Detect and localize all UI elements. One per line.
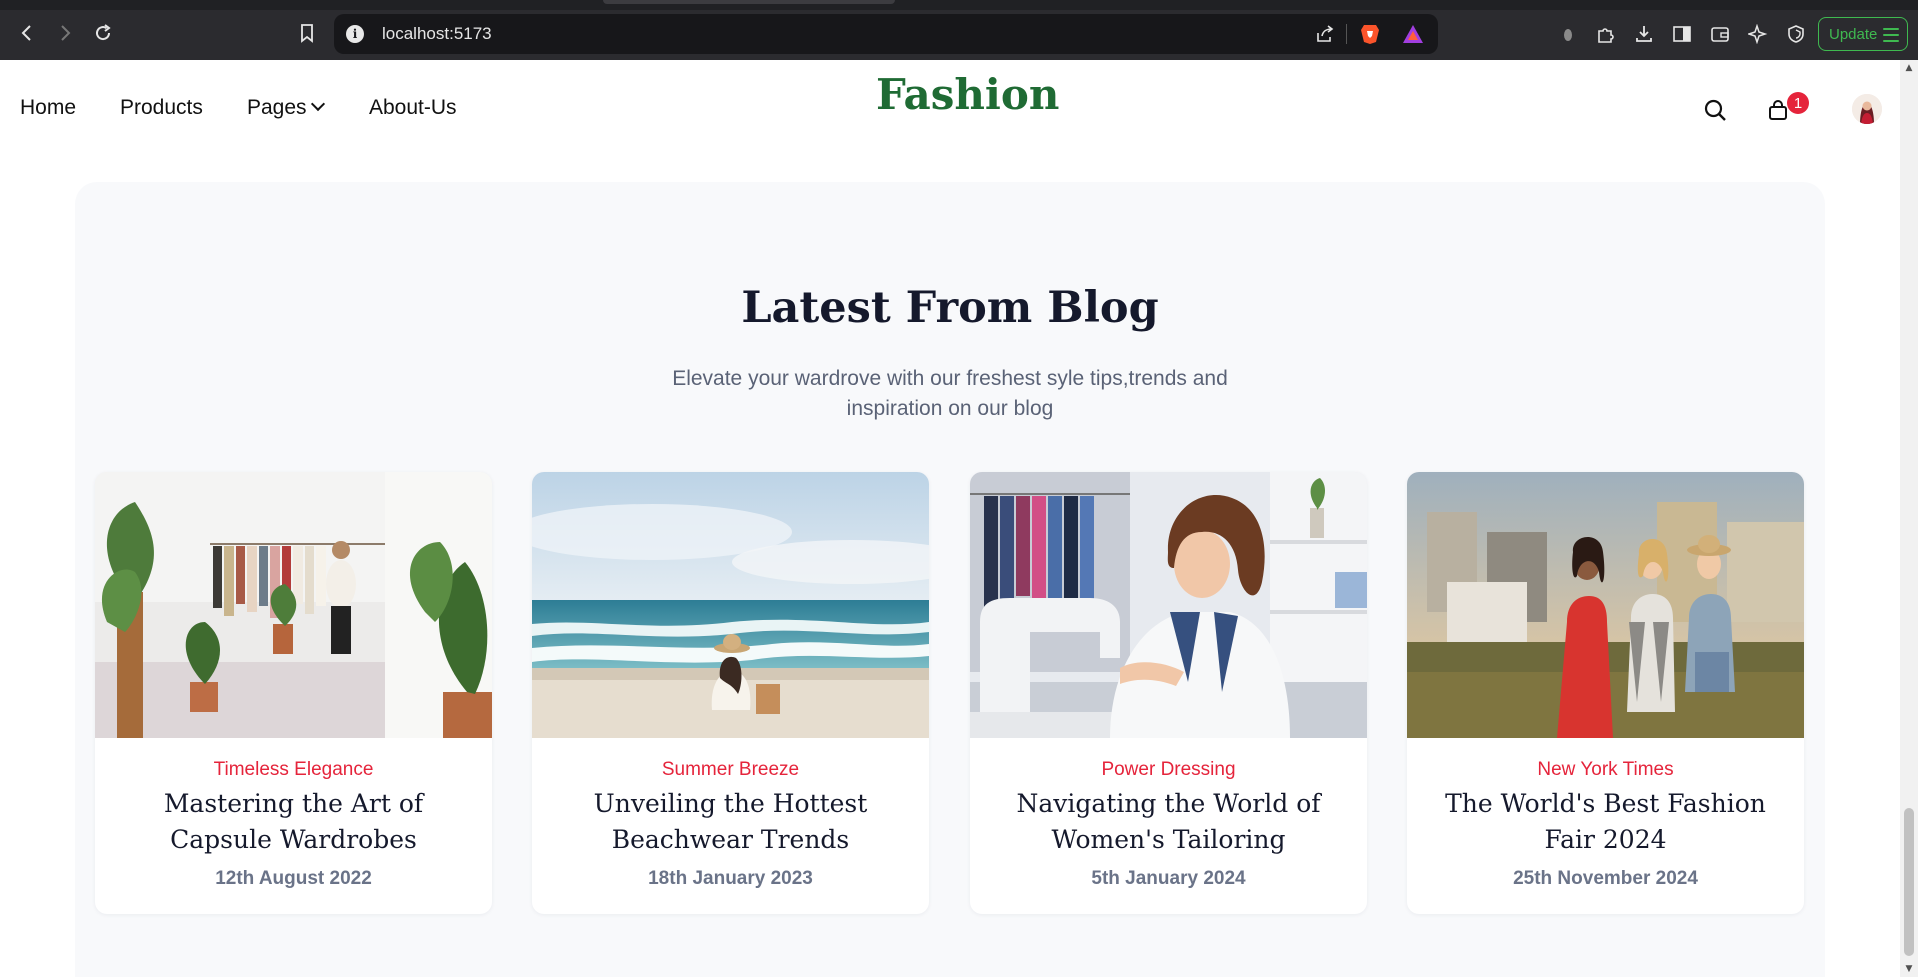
blog-card-title[interactable]: Unveiling the Hottest Beachwear Trends [550,786,911,858]
blog-card-date: 18th January 2023 [648,868,813,889]
nav-pages-label: Pages [247,96,307,119]
blog-card-category[interactable]: New York Times [1407,759,1804,781]
wallet-icon[interactable] [1708,22,1732,46]
tab-strip [0,0,1918,10]
avatar[interactable] [1852,94,1882,124]
blog-card-category[interactable]: Summer Breeze [532,759,929,781]
blog-card-2[interactable]: Summer Breeze Unveiling the Hottest Beac… [532,472,929,914]
site-header: Home Products Pages About-Us Fashion [0,60,1900,150]
update-button[interactable]: Update [1818,17,1908,51]
browser-toolbar: i localhost:5173 Update [0,0,1918,60]
blog-card-title[interactable]: The World's Best Fashion Fair 2024 [1425,786,1786,858]
search-icon[interactable] [1702,97,1728,123]
forward-icon[interactable] [50,18,80,48]
blog-card-date: 25th November 2024 [1513,868,1698,889]
brand-logo[interactable]: Fashion [876,70,1059,119]
blog-card-date: 5th January 2024 [1091,868,1246,889]
blog-section-subtitle: Elevate your wardrove with our freshest … [672,367,1228,420]
blog-card-category[interactable]: Power Dressing [970,759,1367,781]
cart-count-badge: 1 [1787,92,1809,114]
brave-rewards-icon[interactable] [1402,23,1424,45]
blog-image-capsule-wardrobe[interactable] [95,472,492,738]
blog-card-4[interactable]: New York Times The World's Best Fashion … [1407,472,1804,914]
page-scrollbar[interactable]: ▲ ▼ [1900,60,1918,977]
extensions-puzzle-icon[interactable] [1594,22,1618,46]
back-icon[interactable] [12,18,42,48]
download-icon[interactable] [1632,22,1656,46]
address-divider [1346,24,1347,44]
nav-products-link[interactable]: Products [120,96,203,120]
url-text[interactable]: localhost:5173 [382,24,492,44]
menu-icon [1883,28,1899,46]
blog-card-title[interactable]: Mastering the Art of Capsule Wardrobes [113,786,474,858]
bookmark-icon[interactable] [292,18,322,48]
sidebar-icon[interactable] [1670,22,1694,46]
brave-shields-icon[interactable] [1359,23,1381,45]
extension-dot-icon[interactable] [1556,22,1580,46]
nav-pages-link[interactable]: Pages [247,96,325,120]
active-tab-indicator[interactable] [603,0,895,4]
blog-section-title: Latest From Blog [741,283,1159,333]
scroll-up-icon[interactable]: ▲ [1900,60,1918,76]
scroll-down-icon[interactable]: ▼ [1900,961,1918,977]
blog-card-date: 12th August 2022 [215,868,372,889]
leo-ai-icon[interactable] [1746,22,1770,46]
blog-image-beach[interactable] [532,472,929,738]
reload-icon[interactable] [88,18,118,48]
nav-about-link[interactable]: About-Us [369,96,457,120]
scroll-thumb[interactable] [1904,808,1914,956]
blog-card-3[interactable]: Power Dressing Navigating the World of W… [970,472,1367,914]
vpn-shield-icon[interactable] [1784,22,1808,46]
site-info-icon[interactable]: i [346,25,364,43]
blog-image-fashion-fair[interactable] [1407,472,1804,738]
address-bar[interactable]: i localhost:5173 [334,14,1438,54]
nav-home-link[interactable]: Home [20,96,76,120]
blog-image-tailoring[interactable] [970,472,1367,738]
update-label: Update [1829,25,1878,43]
blog-card-category[interactable]: Timeless Elegance [95,759,492,781]
share-icon[interactable] [1314,23,1336,45]
chevron-down-icon [310,96,325,112]
blog-card-1[interactable]: Timeless Elegance Mastering the Art of C… [95,472,492,914]
blog-card-title[interactable]: Navigating the World of Women's Tailorin… [988,786,1349,858]
